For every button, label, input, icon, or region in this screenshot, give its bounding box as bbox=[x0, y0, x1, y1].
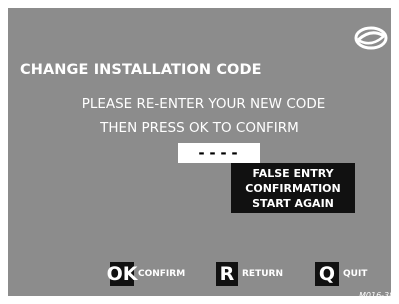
code-input[interactable]: ---- bbox=[178, 143, 260, 163]
eye-logo-icon bbox=[354, 26, 388, 50]
reference-code: M016-38 bbox=[359, 291, 395, 300]
error-line-3: START AGAIN bbox=[252, 196, 334, 210]
instruction-line-1: PLEASE RE-ENTER YOUR NEW CODE bbox=[81, 96, 326, 112]
return-key[interactable]: R RETURN bbox=[216, 262, 283, 286]
q-keycap[interactable]: Q bbox=[315, 262, 339, 286]
ok-keycap[interactable]: OK bbox=[107, 262, 137, 286]
quit-label: QUIT bbox=[343, 269, 368, 279]
confirm-key[interactable]: OK CONFIRM bbox=[107, 262, 186, 286]
error-line-2: CONFIRMATION bbox=[245, 181, 341, 195]
error-message: FALSE ENTRY CONFIRMATION START AGAIN bbox=[231, 163, 355, 213]
page-title: CHANGE INSTALLATION CODE bbox=[20, 62, 262, 78]
key-legend: OK CONFIRM R RETURN Q QUIT bbox=[0, 262, 399, 286]
confirm-label: CONFIRM bbox=[138, 269, 186, 279]
instruction-line-2: THEN PRESS OK TO CONFIRM bbox=[100, 120, 299, 136]
return-label: RETURN bbox=[242, 269, 283, 279]
quit-key[interactable]: Q QUIT bbox=[315, 262, 367, 286]
r-keycap[interactable]: R bbox=[216, 262, 238, 286]
error-line-1: FALSE ENTRY bbox=[252, 166, 334, 180]
